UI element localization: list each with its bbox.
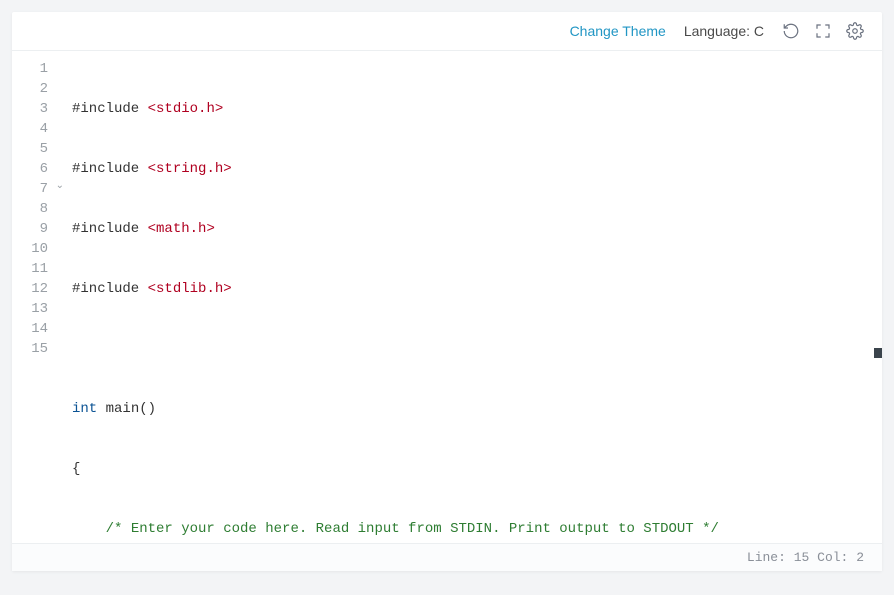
- code-line: #include <math.h>: [72, 219, 882, 239]
- code-content[interactable]: #include <stdio.h> #include <string.h> #…: [68, 51, 882, 543]
- line-number: 7⌄: [12, 179, 68, 199]
- line-number: 5: [12, 139, 68, 159]
- code-line: /* Enter your code here. Read input from…: [72, 519, 882, 539]
- editor-toolbar: Change Theme Language: C: [12, 12, 882, 51]
- settings-icon[interactable]: [846, 22, 864, 40]
- line-number: 8: [12, 199, 68, 219]
- line-number: 14: [12, 319, 68, 339]
- line-number: 12: [12, 279, 68, 299]
- toolbar-icons: [782, 22, 864, 40]
- line-number: 10: [12, 239, 68, 259]
- code-line: #include <stdlib.h>: [72, 279, 882, 299]
- line-number: 13: [12, 299, 68, 319]
- code-line: #include <string.h>: [72, 159, 882, 179]
- line-number: 2: [12, 79, 68, 99]
- code-line: #include <stdio.h>: [72, 99, 882, 119]
- fold-chevron-icon[interactable]: ⌄: [54, 182, 64, 192]
- change-theme-link[interactable]: Change Theme: [570, 23, 666, 39]
- line-number-gutter: 1 2 3 4 5 6 7⌄ 8 9 10 11 12 13 14 15: [12, 51, 68, 543]
- status-bar: Line: 15 Col: 2: [12, 543, 882, 571]
- cursor-position: Line: 15 Col: 2: [747, 550, 864, 565]
- language-label: Language: C: [684, 23, 764, 39]
- code-line: int main(): [72, 399, 882, 419]
- code-editor[interactable]: 1 2 3 4 5 6 7⌄ 8 9 10 11 12 13 14 15 #in…: [12, 51, 882, 543]
- fullscreen-icon[interactable]: [814, 22, 832, 40]
- line-number: 4: [12, 119, 68, 139]
- editor-container: Change Theme Language: C 1 2 3 4 5 6 7⌄ …: [12, 12, 882, 571]
- scroll-marker: [874, 348, 882, 358]
- line-number: 6: [12, 159, 68, 179]
- line-number: 9: [12, 219, 68, 239]
- reset-icon[interactable]: [782, 22, 800, 40]
- line-number: 11: [12, 259, 68, 279]
- code-line: [72, 339, 882, 359]
- line-number: 1: [12, 59, 68, 79]
- line-number: 3: [12, 99, 68, 119]
- code-line: {: [72, 459, 882, 479]
- line-number: 15: [12, 339, 68, 359]
